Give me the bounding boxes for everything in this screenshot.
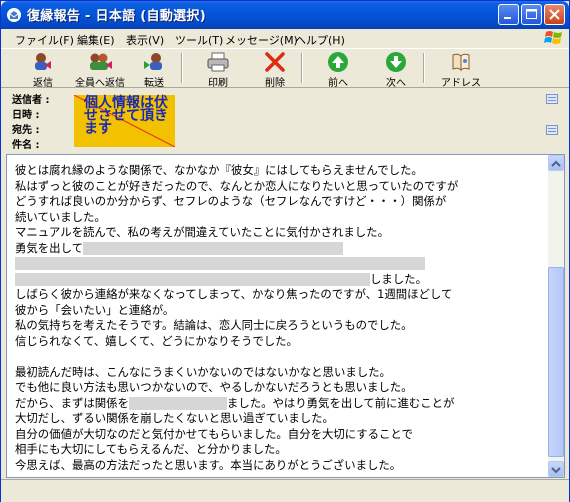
chevron-down-icon bbox=[551, 467, 561, 474]
redacted-block bbox=[15, 257, 425, 270]
close-button[interactable] bbox=[544, 4, 565, 25]
contact-card-icon[interactable] bbox=[546, 94, 558, 104]
message-line: しました。 bbox=[15, 272, 545, 288]
arrow-up-icon bbox=[328, 52, 348, 72]
menu-bar: ファイル(F) 編集(E) 表示(V) ツール(T) メッセージ(M) ヘルプ(… bbox=[1, 29, 569, 48]
toolbar: 返信 全員へ返信 転送 印刷 削除 前へ 次へ アドレス bbox=[1, 48, 569, 89]
message-text: 彼とは腐れ縁のような関係で、なかなか『彼女』にはしてもらえませんでした。 私はず… bbox=[15, 163, 545, 473]
forward-icon bbox=[144, 53, 162, 70]
menu-view[interactable]: 表示(V) bbox=[126, 32, 164, 48]
address-book-icon bbox=[452, 53, 470, 72]
printer-icon bbox=[207, 52, 229, 72]
menu-edit[interactable]: 編集(E) bbox=[77, 32, 115, 48]
message-line: でも他に良い方法も思いつかないので、やるしかないだろうとも思いました。 bbox=[15, 380, 413, 394]
menu-tools[interactable]: ツール(T) bbox=[175, 32, 223, 48]
window-title: 復縁報告 - 日本語 (自動選択) bbox=[27, 9, 206, 24]
privacy-notice-text: 個人情報は伏せさせて頂きます bbox=[84, 95, 168, 137]
mail-icon bbox=[7, 8, 21, 22]
arrow-down-icon bbox=[386, 52, 406, 72]
message-line: だから、まずは関係を ました。やはり勇気を出して前に進むことが bbox=[15, 395, 455, 410]
message-line: どうすれば良いのか分からず、セフレのような（セフレなんですけど・・・）関係が bbox=[15, 194, 447, 208]
outlook-express-window: 復縁報告 - 日本語 (自動選択) ファイル(F) 編集(E) 表示(V) ツー… bbox=[0, 0, 570, 502]
message-line: 彼から「会いたい」と連絡が。 bbox=[15, 302, 175, 317]
scroll-thumb[interactable] bbox=[548, 267, 564, 457]
contact-card-icon[interactable] bbox=[546, 125, 558, 135]
message-body[interactable]: 彼とは腐れ縁のような関係で、なかなか『彼女』にはしてもらえませんでした。 私はず… bbox=[6, 154, 565, 478]
message-line: 自分の価値が大切なのだと気付かせてもらいました。自分を大切にすることで bbox=[15, 426, 413, 441]
menu-help[interactable]: ヘルプ(H) bbox=[295, 32, 345, 48]
message-line: 彼とは腐れ縁のような関係で、なかなか『彼女』にはしてもらえませんでした。 bbox=[15, 163, 423, 177]
print-button[interactable]: 印刷 bbox=[201, 51, 235, 89]
menu-file[interactable]: ファイル(F) bbox=[15, 32, 74, 48]
delete-x-icon bbox=[265, 52, 285, 72]
scroll-down-button[interactable] bbox=[548, 461, 564, 477]
previous-button[interactable]: 前へ bbox=[321, 51, 355, 89]
maximize-button[interactable] bbox=[521, 4, 542, 25]
next-button[interactable]: 次へ bbox=[379, 51, 413, 89]
message-line: 私はずっと彼のことが好きだったので、なんとか恋人になりたいと思っていたのですが bbox=[15, 178, 459, 193]
message-line: 私の気持ちを考えたそうです。結論は、恋人同士に戻ろうというものでした。 bbox=[15, 318, 413, 332]
message-line bbox=[15, 256, 545, 272]
forward-button[interactable]: 転送 bbox=[136, 51, 172, 89]
message-line: 最初読んだ時は、こんなにうまくいかないのではないかなと思いました。 bbox=[15, 364, 391, 379]
message-line: マニュアルを読んで、私の考えが間違えていたことに気付かされました。 bbox=[15, 225, 389, 239]
vertical-scrollbar[interactable] bbox=[548, 155, 564, 477]
reply-icon bbox=[35, 53, 51, 70]
date-label: 日時 : bbox=[12, 110, 40, 121]
reply-all-icon bbox=[90, 53, 112, 70]
title-bar[interactable]: 復縁報告 - 日本語 (自動選択) bbox=[1, 1, 569, 29]
redacted-block bbox=[15, 272, 370, 286]
message-line: 相手にも大切にしてもらえるんだ、と分かりました。 bbox=[15, 442, 287, 456]
toolbar-separator bbox=[301, 53, 303, 83]
message-line: 今思えば、最高の方法だったと思います。本当にありがとうございました。 bbox=[15, 457, 402, 472]
menu-message[interactable]: メッセージ(M) bbox=[225, 32, 298, 48]
message-line bbox=[15, 349, 545, 365]
message-line: 勇気を出して bbox=[15, 241, 545, 257]
delete-button[interactable]: 削除 bbox=[258, 51, 292, 89]
toolbar-separator bbox=[181, 53, 183, 83]
from-label: 送信者 : bbox=[12, 95, 50, 106]
redacted-block bbox=[83, 241, 344, 255]
reply-all-button[interactable]: 全員へ返信 bbox=[71, 51, 129, 89]
minimize-icon bbox=[504, 17, 511, 19]
close-icon bbox=[549, 9, 560, 20]
toolbar-separator bbox=[423, 53, 425, 83]
message-line: 大切だし、ずるい関係を崩したくないと思い過ぎていました。 bbox=[15, 411, 334, 425]
to-label: 宛先 : bbox=[12, 125, 40, 136]
privacy-notice-banner: 個人情報は伏せさせて頂きます bbox=[74, 95, 175, 147]
maximize-icon bbox=[526, 9, 537, 19]
subject-label: 件名 : bbox=[12, 140, 40, 151]
address-book-button[interactable]: アドレス bbox=[439, 51, 483, 89]
redacted-block bbox=[128, 396, 227, 410]
minimize-button[interactable] bbox=[498, 4, 519, 25]
windows-logo-icon bbox=[544, 31, 562, 44]
status-bar bbox=[1, 479, 569, 502]
chevron-up-icon bbox=[551, 160, 561, 167]
message-line: 信じられなくて、嬉しくて、どうにかなりそうでした。 bbox=[15, 333, 298, 348]
message-line: 続いていました。 bbox=[15, 209, 106, 224]
message-line: しばらく彼から連絡が来なくなってしまって、かなり焦ったのですが、1週間ほどして bbox=[15, 287, 453, 301]
reply-button[interactable]: 返信 bbox=[21, 51, 65, 89]
scroll-up-button[interactable] bbox=[548, 155, 564, 171]
message-headers: 送信者 : 日時 : 宛先 : 件名 : 個人情報は伏せさせて頂きます bbox=[1, 89, 569, 153]
